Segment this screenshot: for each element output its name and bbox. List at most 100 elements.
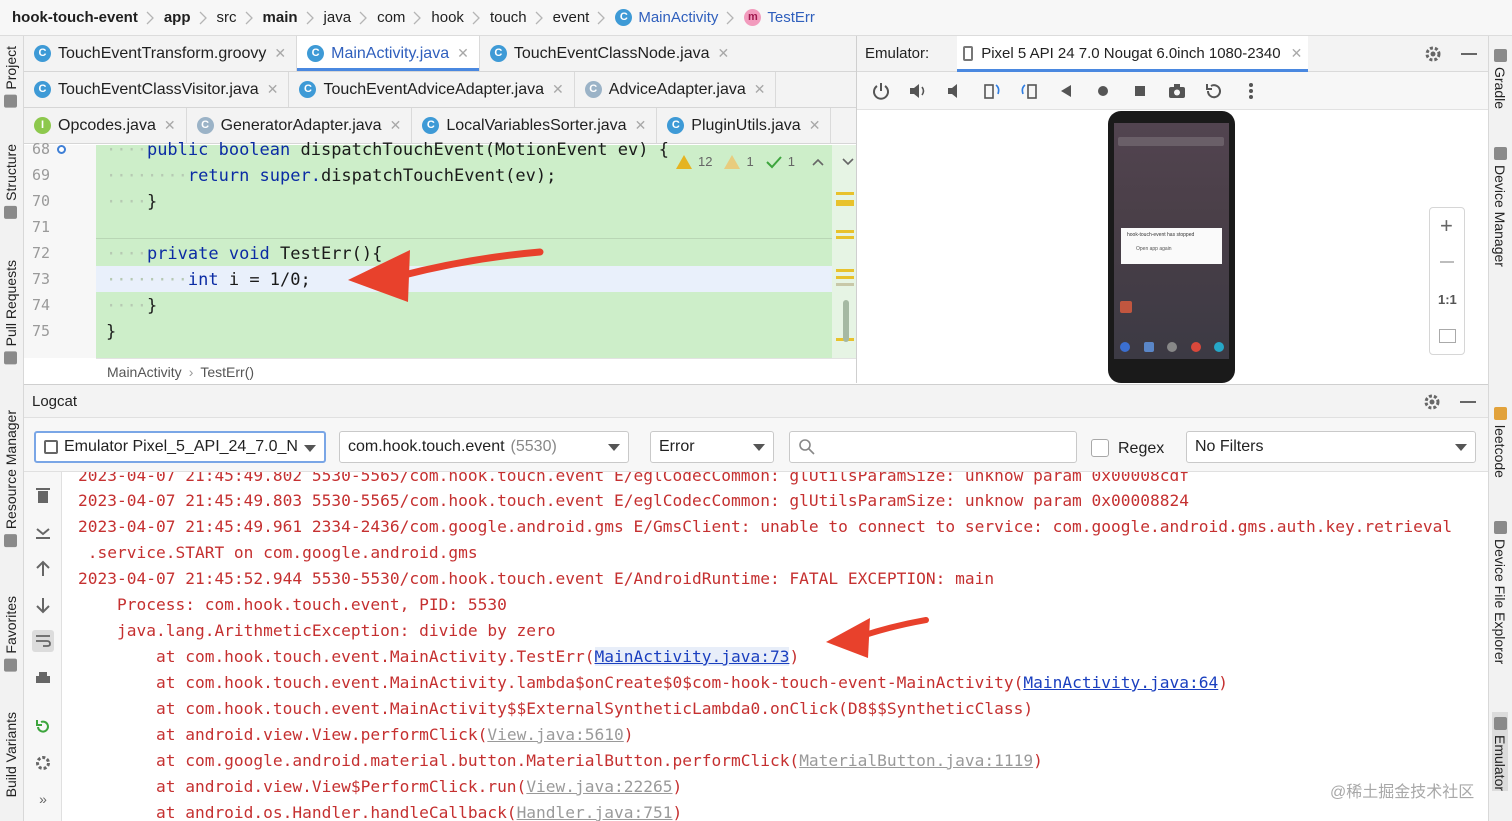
crumb-project[interactable]: hook-touch-event (12, 9, 138, 26)
pull-requests-tool-tab[interactable]: Pull Requests (3, 260, 19, 369)
tab-touch-event-class-visitor[interactable]: C TouchEventClassVisitor.java ✕ (24, 72, 290, 107)
crumb-method[interactable]: m TestErr (744, 9, 815, 26)
fit-screen-icon[interactable] (1439, 329, 1456, 343)
editor-crumb-class[interactable]: MainActivity (107, 364, 182, 380)
close-icon[interactable]: ✕ (718, 45, 730, 62)
camera-icon[interactable] (1163, 77, 1190, 104)
warning-mark[interactable] (836, 192, 854, 195)
restart-icon[interactable] (32, 716, 54, 738)
gear-icon[interactable] (32, 752, 54, 774)
zoom-in-icon[interactable]: + (1440, 215, 1453, 237)
crumb-module[interactable]: app (164, 9, 191, 26)
process-select[interactable]: com.hook.touch.event (5530) (339, 431, 629, 463)
warning-mark[interactable] (836, 269, 854, 272)
crumb-event[interactable]: event (553, 9, 590, 26)
crumb-hook[interactable]: hook (431, 9, 464, 26)
arrow-down-icon[interactable] (32, 594, 54, 616)
power-icon[interactable] (867, 77, 894, 104)
inspection-widget[interactable]: 12 1 1 (676, 154, 855, 169)
minimize-icon[interactable] (1460, 401, 1476, 403)
tab-touch-event-transform[interactable]: C TouchEventTransform.groovy ✕ (24, 36, 298, 71)
source-link[interactable]: View.java:22265 (526, 777, 672, 796)
volume-down-icon[interactable] (941, 77, 968, 104)
crumb-class[interactable]: C MainActivity (615, 9, 718, 26)
editor-scrollbar-thumb[interactable] (843, 300, 849, 342)
snapshot-icon[interactable] (1200, 77, 1227, 104)
source-link[interactable]: MaterialButton.java:1119 (799, 751, 1033, 770)
logcat-output[interactable]: 2023-04-07 21:45:49.802 5530-5565/com.ho… (62, 472, 1488, 821)
close-icon[interactable]: ✕ (754, 81, 766, 98)
source-link[interactable]: MainActivity.java:64 (1023, 673, 1218, 692)
source-link[interactable]: View.java:5610 (487, 725, 623, 744)
warning-mark[interactable] (836, 276, 854, 279)
editor-crumb-method[interactable]: TestErr() (200, 364, 254, 380)
override-marker-icon[interactable] (57, 145, 66, 154)
crumb-com[interactable]: com (377, 9, 405, 26)
crumb-java[interactable]: java (324, 9, 352, 26)
tab-plugin-utils[interactable]: C PluginUtils.java ✕ (657, 108, 832, 143)
tab-generator-adapter[interactable]: C GeneratorAdapter.java ✕ (187, 108, 413, 143)
crumb-main[interactable]: main (263, 9, 298, 26)
warning-mark[interactable] (836, 230, 854, 233)
device-manager-tool-tab[interactable]: Device Manager (1492, 142, 1508, 267)
more-options-icon[interactable] (1237, 77, 1264, 104)
close-icon[interactable]: ✕ (1291, 45, 1303, 62)
structure-tool-tab[interactable]: Structure (3, 144, 19, 224)
clear-logcat-icon[interactable] (32, 484, 54, 506)
warning-mark[interactable] (836, 236, 854, 239)
chevron-down-icon[interactable] (841, 157, 855, 167)
tab-advice-adapter[interactable]: C AdviceAdapter.java ✕ (575, 72, 777, 107)
filter-config-select[interactable]: No Filters (1186, 431, 1476, 463)
close-icon[interactable]: ✕ (390, 117, 402, 134)
crumb-touch[interactable]: touch (490, 9, 527, 26)
log-search-field[interactable] (789, 431, 1077, 463)
gear-icon[interactable] (1423, 44, 1443, 64)
rotate-right-icon[interactable] (1015, 77, 1042, 104)
close-icon[interactable]: ✕ (164, 117, 176, 134)
open-app-again-button[interactable]: Open app again (1127, 246, 1216, 252)
tab-touch-event-class-node[interactable]: C TouchEventClassNode.java ✕ (480, 36, 739, 71)
resource-manager-tool-tab[interactable]: Resource Manager (3, 410, 19, 552)
gear-icon[interactable] (1422, 392, 1442, 412)
build-variants-tool-tab[interactable]: Build Variants (3, 712, 19, 797)
home-icon[interactable] (1089, 77, 1116, 104)
gradle-tool-tab[interactable]: Gradle (1492, 44, 1508, 109)
close-icon[interactable]: ✕ (635, 117, 647, 134)
warning-mark[interactable] (836, 200, 854, 206)
minimize-icon[interactable] (1461, 53, 1477, 55)
favorites-tool-tab[interactable]: Favorites (3, 596, 19, 677)
chevron-up-icon[interactable] (811, 157, 825, 167)
overview-icon[interactable] (1126, 77, 1153, 104)
back-icon[interactable] (1052, 77, 1079, 104)
close-icon[interactable]: ✕ (809, 117, 821, 134)
scroll-to-end-icon[interactable] (32, 520, 54, 542)
volume-up-icon[interactable] (904, 77, 931, 104)
leetcode-tool-tab[interactable]: leetcode (1492, 402, 1508, 478)
source-link[interactable]: Handler.java:751 (517, 803, 673, 821)
search-input[interactable] (822, 438, 1062, 456)
device-select[interactable]: Emulator Pixel_5_API_24_7.0_N (34, 431, 326, 463)
close-icon[interactable]: ✕ (457, 45, 469, 62)
emulator-device-tab[interactable]: Pixel 5 API 24 7.0 Nougat 6.0inch 1080-2… (957, 35, 1309, 72)
tab-touch-event-advice-adapter[interactable]: C TouchEventAdviceAdapter.java ✕ (289, 72, 575, 107)
arrow-up-icon[interactable] (32, 558, 54, 580)
emulator-tool-tab[interactable]: Emulator (1492, 712, 1508, 792)
log-level-select[interactable]: Error (650, 431, 774, 463)
zoom-actual-size[interactable]: 1:1 (1438, 292, 1457, 307)
close-icon[interactable]: ✕ (274, 45, 286, 62)
tab-local-variables-sorter[interactable]: C LocalVariablesSorter.java ✕ (412, 108, 658, 143)
zoom-out-icon[interactable] (1440, 261, 1454, 263)
close-icon[interactable]: ✕ (552, 81, 564, 98)
tab-main-activity[interactable]: C MainActivity.java ✕ (297, 36, 480, 71)
crumb-src[interactable]: src (217, 9, 237, 26)
regex-checkbox[interactable] (1091, 439, 1109, 457)
close-icon[interactable]: ✕ (267, 81, 279, 98)
device-file-explorer-tool-tab[interactable]: Device File Explorer (1492, 516, 1508, 664)
print-icon[interactable] (32, 668, 54, 690)
more-icon[interactable]: » (32, 788, 54, 810)
warning-mark[interactable] (836, 283, 854, 286)
tab-opcodes[interactable]: I Opcodes.java ✕ (24, 108, 187, 143)
soft-wrap-icon[interactable] (32, 630, 54, 652)
rotate-left-icon[interactable] (978, 77, 1005, 104)
project-tool-tab[interactable]: Project (3, 46, 19, 113)
